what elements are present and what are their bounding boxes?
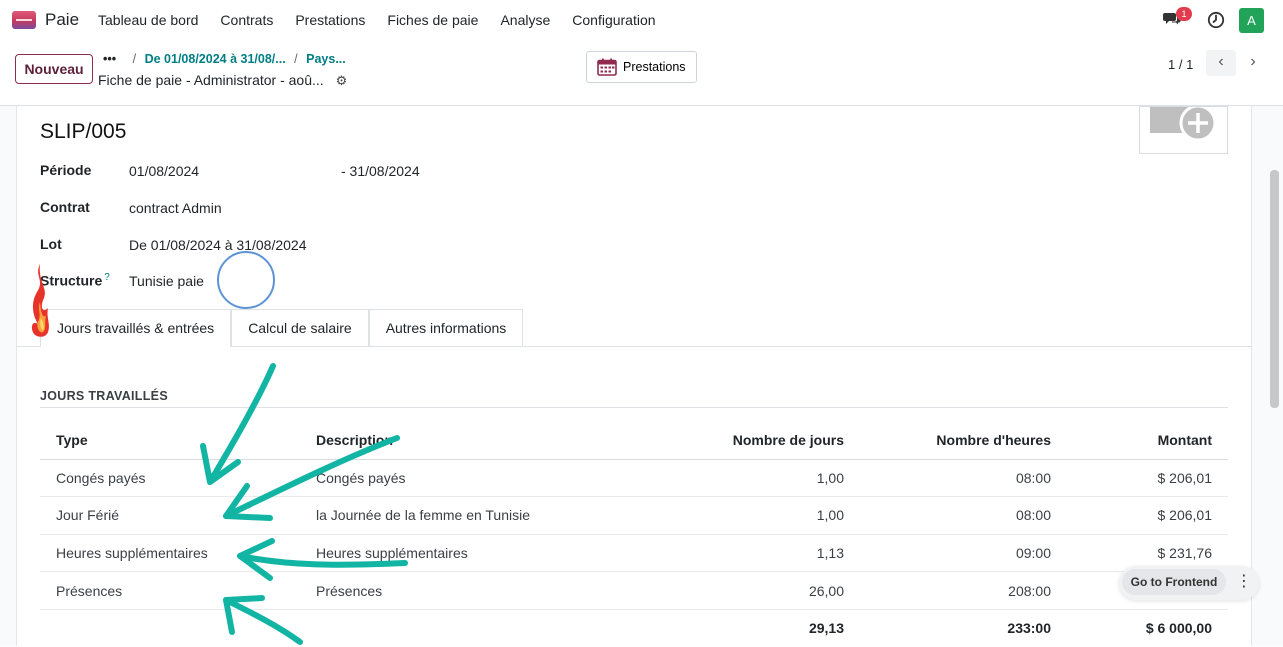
column-header-description[interactable]: Description <box>300 421 630 460</box>
cell-montant: $ 206,01 <box>1067 459 1228 498</box>
cell-description: Heures supplémentaires <box>300 534 630 573</box>
breadcrumb-more-icon[interactable]: ••• <box>103 52 116 66</box>
chevron-right-icon[interactable]: › <box>1238 50 1268 76</box>
menu-item-fiches-de-paie[interactable]: Fiches de paie <box>387 12 478 28</box>
contrat-field[interactable]: contract Admin <box>129 200 222 216</box>
cell-montant: $ 206,01 <box>1067 496 1228 535</box>
cell-total-type <box>40 609 300 647</box>
periode-end-field[interactable]: - 31/08/2024 <box>341 163 420 179</box>
app-name[interactable]: Paie <box>45 10 79 30</box>
breadcrumb-separator: / <box>294 52 298 66</box>
column-header-nombre-d-heures[interactable]: Nombre d'heures <box>860 421 1067 460</box>
section-divider <box>40 407 1228 408</box>
current-record-label: Fiche de paie - Administrator - aoû... <box>98 72 324 88</box>
menu-item-prestations[interactable]: Prestations <box>295 12 365 28</box>
table-total-row: 29,13 233:00 $ 6 000,00 <box>40 609 1228 647</box>
cell-total-description <box>300 609 630 647</box>
image-upload-field[interactable] <box>1139 104 1228 154</box>
worked-days-table: Type Description Nombre de jours Nombre … <box>40 421 1228 647</box>
gear-icon[interactable]: ⚙ <box>336 73 348 89</box>
app-menu-icon[interactable] <box>12 11 36 29</box>
table-header-row: Type Description Nombre de jours Nombre … <box>40 421 1228 460</box>
help-tooltip-icon[interactable]: ? <box>104 272 110 283</box>
breadcrumb-separator: / <box>132 52 137 66</box>
lot-field[interactable]: De 01/08/2024 à 31/08/2024 <box>129 237 307 253</box>
cell-type: Jour Férié <box>40 496 300 535</box>
cell-description: la Journée de la femme en Tunisie <box>300 496 630 535</box>
menu-item-configuration[interactable]: Configuration <box>572 12 655 28</box>
tab-jours-travailles[interactable]: Jours travaillés & entrées <box>40 309 232 347</box>
table-row[interactable]: Présences Présences 26,00 208:00 <box>40 571 1228 610</box>
cell-description: Présences <box>300 571 630 610</box>
scrollbar[interactable] <box>1270 170 1279 408</box>
cell-nombre-de-jours: 26,00 <box>630 571 860 610</box>
menu-item-analyse[interactable]: Analyse <box>500 12 550 28</box>
contrat-label: Contrat <box>40 199 90 215</box>
lot-label: Lot <box>40 236 62 252</box>
total-montant: $ 6 000,00 <box>1145 620 1212 637</box>
prestations-button[interactable]: Prestations <box>586 51 697 83</box>
section-title: JOURS TRAVAILLÉS <box>40 389 168 403</box>
notebook-tabs: Jours travaillés & entrées Calcul de sal… <box>40 309 524 347</box>
menu-item-contrats[interactable]: Contrats <box>220 12 273 28</box>
column-header-type[interactable]: Type <box>40 421 300 460</box>
cell-type: Heures supplémentaires <box>40 534 300 573</box>
cell-nombre-de-jours: 1,13 <box>630 534 860 573</box>
periode-label: Période <box>40 162 92 178</box>
breadcrumb-item-batch[interactable]: De 01/08/2024 à 31/08/... <box>145 52 286 66</box>
menu-item-tableau-de-bord[interactable]: Tableau de bord <box>98 12 198 28</box>
column-header-montant[interactable]: Montant <box>1067 421 1228 460</box>
camera-plus-icon <box>1150 104 1217 142</box>
click-indicator-circle <box>217 251 275 309</box>
tab-autres-informations[interactable]: Autres informations <box>368 309 524 347</box>
cell-type: Présences <box>40 571 300 610</box>
main-menu: Tableau de bord Contrats Prestations Fic… <box>98 12 678 28</box>
table-row[interactable]: Jour Férié la Journée de la femme en Tun… <box>40 496 1228 535</box>
breadcrumb: ••• / De 01/08/2024 à 31/08/... / Pays..… <box>103 52 346 66</box>
control-panel: Nouveau ••• / De 01/08/2024 à 31/08/... … <box>0 40 1283 106</box>
more-options-icon[interactable]: ⋮ <box>1236 570 1252 594</box>
structure-field[interactable]: Tunisie paie <box>129 273 204 289</box>
cell-nombre-d-heures: 09:00 <box>860 534 1067 573</box>
total-nombre-de-jours: 29,13 <box>808 620 844 637</box>
clock-icon[interactable] <box>1207 11 1225 29</box>
table-row[interactable]: Congés payés Congés payés 1,00 08:00 $ 2… <box>40 459 1228 498</box>
cell-nombre-d-heures: 08:00 <box>860 459 1067 498</box>
cell-nombre-de-jours: 1,00 <box>630 496 860 535</box>
cell-type: Congés payés <box>40 459 300 498</box>
tab-calcul-de-salaire[interactable]: Calcul de salaire <box>231 309 369 347</box>
table-row[interactable]: Heures supplémentaires Heures supplément… <box>40 534 1228 573</box>
top-navbar: Paie Tableau de bord Contrats Prestation… <box>0 0 1283 40</box>
prestations-button-label: Prestations <box>623 60 686 74</box>
user-avatar[interactable]: A <box>1239 8 1264 33</box>
cell-description: Congés payés <box>300 459 630 498</box>
chevron-left-icon[interactable]: ‹ <box>1206 50 1236 76</box>
payslip-title: SLIP/005 <box>40 120 127 143</box>
current-record-title: Fiche de paie - Administrator - aoû... ⚙ <box>98 72 347 89</box>
calendar-icon <box>597 58 617 76</box>
column-header-nombre-de-jours[interactable]: Nombre de jours <box>630 421 860 460</box>
cell-nombre-d-heures: 08:00 <box>860 496 1067 535</box>
cell-nombre-de-jours: 1,00 <box>630 459 860 498</box>
go-to-frontend-button[interactable]: Go to Frontend <box>1122 569 1226 595</box>
cell-nombre-d-heures: 208:00 <box>860 571 1067 610</box>
total-nombre-d-heures: 233:00 <box>1007 620 1051 637</box>
chat-badge: 1 <box>1176 7 1192 21</box>
periode-start-field[interactable]: 01/08/2024 <box>129 163 199 179</box>
flame-icon <box>31 264 49 337</box>
pager-value[interactable]: 1 / 1 <box>1168 57 1193 72</box>
breadcrumb-item-pays[interactable]: Pays... <box>306 52 346 66</box>
new-button[interactable]: Nouveau <box>15 54 93 84</box>
